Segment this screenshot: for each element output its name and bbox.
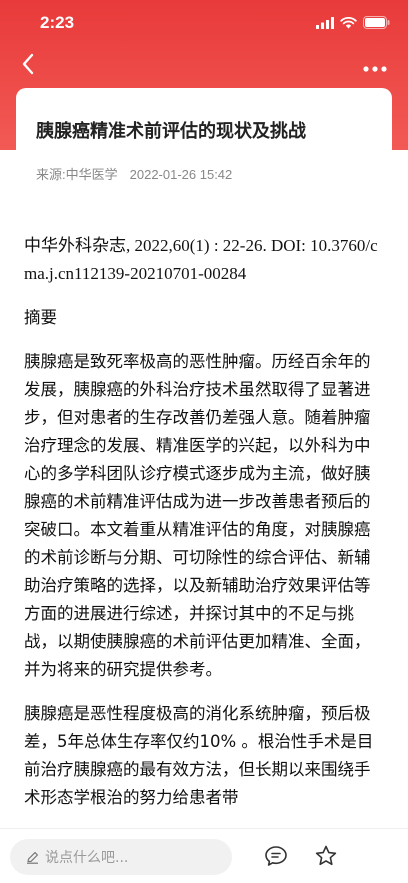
article-card: 胰腺癌精准术前评估的现状及挑战 来源:中华医学 2022-01-26 15:42 … [16,88,392,828]
paragraph-abstract: 胰腺癌是致死率极高的恶性肿瘤。历经百余年的发展，胰腺癌的外科治疗技术虽然取得了显… [24,352,371,679]
paragraph-intro: 胰腺癌是恶性程度极高的消化系统肿瘤，预后极差，5年总体生存率仅约10% 。根治性… [24,704,374,807]
comment-input[interactable]: 说点什么吧... [10,839,232,875]
star-icon [314,844,338,872]
chevron-left-icon [21,53,35,79]
back-button[interactable] [14,52,42,80]
favorite-button[interactable] [312,844,340,872]
nav-bar [0,46,408,86]
status-bar: 2:23 [0,0,408,46]
article-title: 胰腺癌精准术前评估的现状及挑战 [36,121,306,142]
more-button[interactable] [360,52,390,80]
article-body: 中华外科杂志, 2022,60(1) : 22-26. DOI: 10.3760… [24,232,382,828]
article-source: 来源:中华医学 [36,167,118,182]
status-icons [316,14,390,33]
battery-icon [363,14,390,33]
comment-button[interactable] [262,845,290,871]
article-meta: 来源:中华医学 2022-01-26 15:42 [36,164,232,183]
more-dots-icon [363,57,387,76]
wifi-icon [340,14,357,33]
comment-icon [264,845,288,871]
bottom-bar: 说点什么吧... [0,828,408,883]
signal-icon [316,14,334,33]
status-time: 2:23 [40,13,75,32]
section-heading: 摘要 [24,308,57,327]
comment-placeholder: 说点什么吧... [45,850,129,866]
article-citation: 中华外科杂志, 2022,60(1) : 22-26. DOI: 10.3760… [24,236,378,283]
article-date: 2022-01-26 15:42 [129,167,233,182]
pencil-icon [26,851,39,864]
